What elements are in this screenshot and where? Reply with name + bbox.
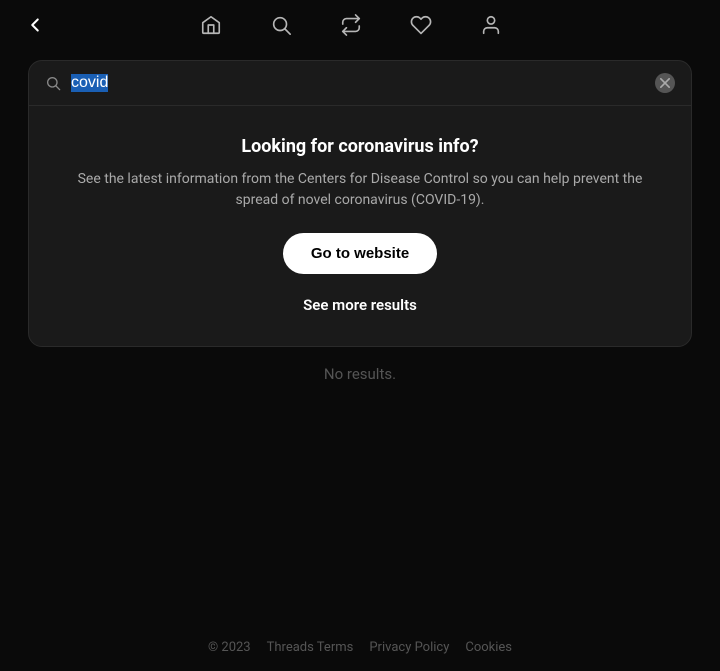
share-icon[interactable] <box>340 14 362 36</box>
search-input[interactable] <box>71 74 645 92</box>
info-description: See the latest information from the Cent… <box>69 169 651 211</box>
clear-search-button[interactable] <box>655 73 675 93</box>
nav-icons <box>6 14 696 36</box>
info-title: Looking for coronavirus info? <box>69 136 651 157</box>
cookies-link[interactable]: Cookies <box>465 640 512 655</box>
top-navigation <box>0 0 720 50</box>
footer: © 2023 Threads Terms Privacy Policy Cook… <box>0 640 720 655</box>
go-to-website-button[interactable]: Go to website <box>283 233 437 274</box>
home-icon[interactable] <box>200 14 222 36</box>
threads-terms-link[interactable]: Threads Terms <box>267 640 354 655</box>
profile-icon[interactable] <box>480 14 502 36</box>
search-input-icon <box>45 75 61 91</box>
heart-icon[interactable] <box>410 14 432 36</box>
privacy-policy-link[interactable]: Privacy Policy <box>369 640 449 655</box>
coronavirus-info-panel: Looking for coronavirus info? See the la… <box>29 105 691 346</box>
search-nav-icon[interactable] <box>270 14 292 36</box>
copyright-text: © 2023 <box>208 640 251 655</box>
search-container: Looking for coronavirus info? See the la… <box>28 60 692 347</box>
search-bar <box>29 61 691 105</box>
no-results-text: No results. <box>0 357 720 391</box>
see-more-results-link[interactable]: See more results <box>69 296 651 322</box>
